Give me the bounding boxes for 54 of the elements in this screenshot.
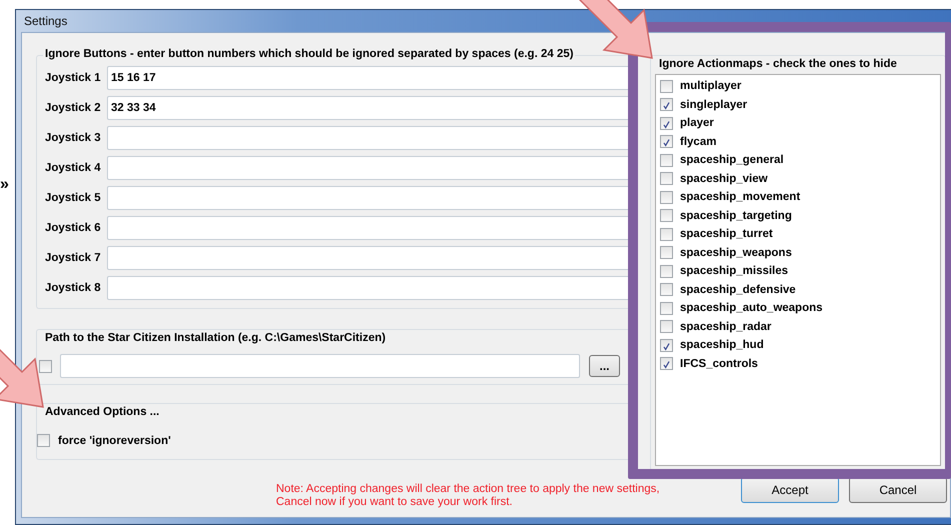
checkbox[interactable] <box>660 357 673 370</box>
checkbox[interactable] <box>39 360 52 372</box>
checkbox[interactable] <box>660 172 673 186</box>
group-title: Ignore Buttons - enter button numbers which should be ignored separated by spaces (e.g. 24 25) <box>43 48 576 60</box>
list-item-label[interactable]: player <box>680 117 714 130</box>
list-item-label[interactable]: spaceship_radar <box>680 320 772 333</box>
list-item-label[interactable]: spaceship_general <box>680 154 784 166</box>
list-item-label[interactable]: IFCS_controls <box>680 358 758 370</box>
checkbox[interactable] <box>660 283 673 296</box>
cancel-button[interactable]: Cancel <box>849 477 947 503</box>
checkbox[interactable] <box>660 320 673 334</box>
list-item-label[interactable]: spaceship_movement <box>680 191 800 204</box>
checkbox[interactable] <box>660 98 673 112</box>
warning-note: Note: Accepting changes will clear the action tree to apply the new settings, Cancel now if you want to save your work first. <box>276 483 661 509</box>
list-item-label[interactable]: spaceship_view <box>680 172 768 185</box>
checkbox[interactable] <box>37 434 50 447</box>
path-field[interactable] <box>60 354 580 378</box>
field-label: Joystick 1 <box>45 72 102 84</box>
side-marker: » <box>0 176 9 193</box>
field-label: Joystick 2 <box>45 102 102 114</box>
group-title: Path to the Star Citizen Installation (e.g. C:\Games\StarCitizen) <box>43 332 388 344</box>
checkbox[interactable] <box>660 209 673 222</box>
checkbox-label: force 'ignoreversion' <box>58 434 171 446</box>
list-item-label[interactable]: spaceship_hud <box>680 339 764 352</box>
group-title: Advanced Options ... <box>43 406 162 418</box>
checkbox[interactable] <box>660 246 673 260</box>
window-title: Settings <box>24 14 68 28</box>
list-item-label[interactable]: singleplayer <box>680 98 748 111</box>
list-item-label[interactable]: spaceship_turret <box>680 228 773 240</box>
field-label: Joystick 8 <box>45 282 102 294</box>
list-item-label[interactable]: spaceship_auto_weapons <box>680 302 823 314</box>
list-item-label[interactable]: spaceship_missiles <box>680 265 788 278</box>
list-item-label[interactable]: multiplayer <box>680 80 742 92</box>
field-label: Joystick 6 <box>45 222 102 234</box>
checkbox[interactable] <box>660 135 673 148</box>
group-title: Ignore Actionmaps - check the ones to hide <box>657 58 899 70</box>
checkbox[interactable] <box>660 264 673 278</box>
checkbox[interactable] <box>660 154 673 167</box>
checkbox[interactable] <box>660 302 673 315</box>
list-item-label[interactable]: spaceship_weapons <box>680 246 792 259</box>
field-label: Joystick 5 <box>45 192 102 204</box>
checkbox[interactable] <box>660 338 673 352</box>
browse-button[interactable]: ... <box>589 355 620 377</box>
list-item-label[interactable]: flycam <box>680 136 716 148</box>
checkbox[interactable] <box>660 190 673 204</box>
checkbox[interactable] <box>660 116 673 130</box>
accept-button[interactable]: Accept <box>741 477 839 503</box>
field-label: Joystick 3 <box>45 132 102 144</box>
list-item-label[interactable]: spaceship_defensive <box>680 284 796 296</box>
checkbox[interactable] <box>660 228 673 241</box>
field-label: Joystick 4 <box>45 162 102 174</box>
checkbox[interactable] <box>660 80 673 93</box>
list-item-label[interactable]: spaceship_targeting <box>680 210 792 222</box>
field-label: Joystick 7 <box>45 252 102 264</box>
